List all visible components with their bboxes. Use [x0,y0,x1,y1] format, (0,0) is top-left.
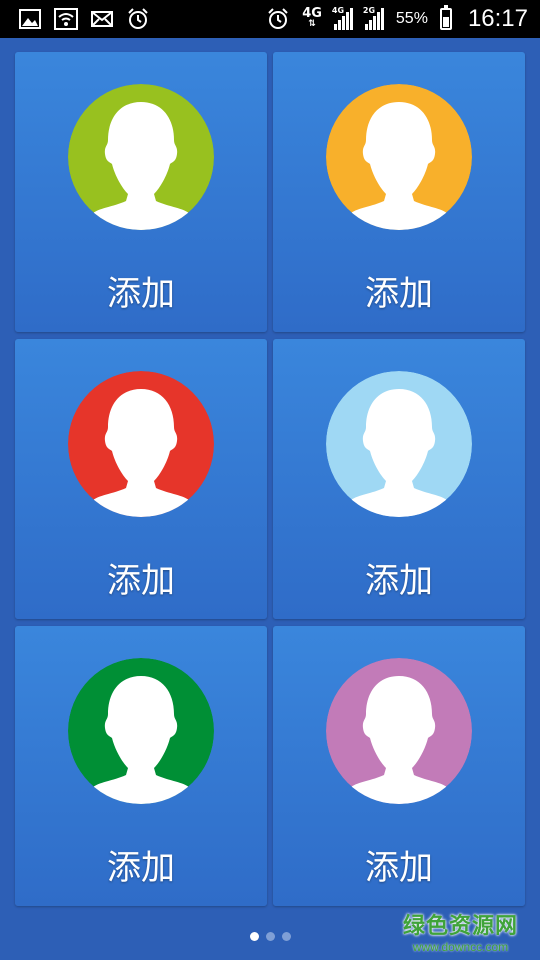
watermark-title: 绿色资源网 [402,914,518,939]
contact-tile-2[interactable]: 添加 [273,52,525,332]
wifi-icon [54,7,78,31]
add-label: 添加 [107,561,175,601]
signal-icon-sim1: 4G [332,6,353,30]
add-label: 添加 [365,274,433,314]
person-silhouette-icon [326,658,472,804]
watermark-url: www.downcc.com [412,940,509,954]
watermark: 绿色资源网 www.downcc.com [403,908,518,954]
contact-tile-3[interactable]: 添加 [15,339,267,619]
person-silhouette-icon [68,84,214,230]
add-label: 添加 [107,848,175,888]
status-bar: 4G ⇅ 4G 2G 55% 16:17 [0,0,540,38]
avatar [326,658,472,804]
avatar [68,658,214,804]
alarm-icon [126,7,150,31]
network-type: 4G ⇅ [302,6,322,29]
person-silhouette-icon [326,371,472,517]
page-dot-2[interactable] [265,932,275,941]
contact-tile-4[interactable]: 添加 [273,339,525,619]
avatar [68,371,214,517]
signal-icon-sim2: 2G [363,6,384,30]
clock: 16:17 [467,5,528,32]
battery-percent: 55% [395,10,428,27]
gallery-icon [18,7,42,31]
contact-tile-1[interactable]: 添加 [15,52,267,332]
person-silhouette-icon [68,371,214,517]
avatar [326,84,472,230]
avatar [326,371,472,517]
avatar [68,84,214,230]
contact-tile-5[interactable]: 添加 [15,626,267,906]
person-silhouette-icon [326,84,472,230]
person-silhouette-icon [68,658,214,804]
alarm-icon [266,7,290,31]
page-dot-1[interactable] [249,932,259,941]
contact-grid: 添加 添加 添加 添加 添加 添加 [15,52,525,906]
add-label: 添加 [365,561,433,601]
contact-tile-6[interactable]: 添加 [273,626,525,906]
add-label: 添加 [107,274,175,314]
page-dot-3[interactable] [281,932,291,941]
battery-icon [439,5,452,30]
status-left-icons [18,7,150,31]
mail-icon [90,7,114,31]
status-right-icons: 4G ⇅ 4G 2G 55% 16:17 [266,5,528,33]
add-label: 添加 [365,848,433,888]
